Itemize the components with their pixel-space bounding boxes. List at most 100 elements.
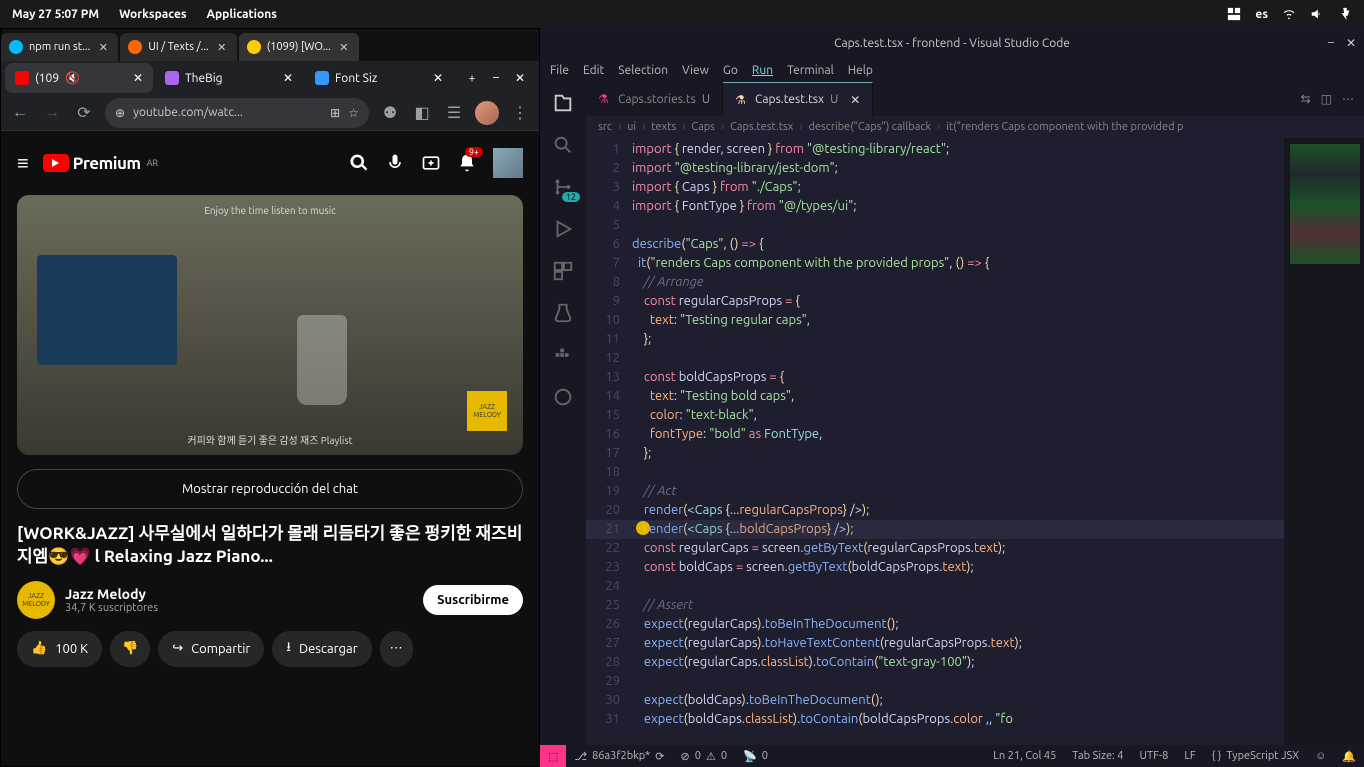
power-icon[interactable] — [1338, 7, 1352, 21]
explorer-icon[interactable] — [552, 92, 574, 114]
subscribe-button[interactable]: Suscribirme — [423, 585, 523, 615]
breadcrumb-segment[interactable]: Caps — [691, 121, 715, 133]
code-line[interactable]: // Arrange — [632, 273, 1284, 292]
close-icon[interactable]: ✕ — [133, 71, 143, 85]
code-line[interactable]: import { render, screen } from "@testing… — [632, 140, 1284, 159]
window-tab[interactable]: (1099) [WO...✕ — [239, 33, 359, 61]
code-line[interactable] — [632, 577, 1284, 596]
code-line[interactable]: it("renders Caps component with the prov… — [632, 254, 1284, 273]
code-line[interactable]: }; — [632, 444, 1284, 463]
breadcrumb-segment[interactable]: texts — [651, 121, 676, 133]
ports[interactable]: 📡 0 — [735, 745, 776, 767]
menu-help[interactable]: Help — [848, 64, 873, 77]
search-icon[interactable] — [552, 134, 574, 156]
site-info-icon[interactable]: ⊕ — [115, 106, 125, 120]
code-line[interactable]: // Assert — [632, 596, 1284, 615]
code-line[interactable]: import { Caps } from "./Caps"; — [632, 178, 1284, 197]
docker-icon[interactable] — [552, 344, 574, 366]
clock[interactable]: May 27 5:07 PM — [12, 8, 99, 21]
code-line[interactable]: text: "Testing bold caps", — [632, 387, 1284, 406]
mic-icon[interactable] — [385, 153, 405, 173]
chrome-menu-icon[interactable]: ⋮ — [509, 102, 531, 124]
cursor-position[interactable]: Ln 21, Col 45 — [985, 750, 1064, 762]
bell-icon[interactable]: 🔔 — [1334, 750, 1364, 763]
editor-tab[interactable]: ⚗Caps.stories.ts U — [586, 82, 723, 116]
feedback-icon[interactable]: ☺ — [1307, 750, 1334, 762]
share-button[interactable]: ↪ Compartir — [158, 631, 264, 667]
run-debug-icon[interactable] — [552, 218, 574, 240]
menu-run[interactable]: Run — [752, 64, 773, 77]
dislike-button[interactable]: 👎 — [110, 631, 150, 667]
breadcrumb-segment[interactable]: describe("Caps") callback — [808, 121, 931, 133]
close-icon[interactable]: ✕ — [337, 41, 351, 54]
search-icon[interactable] — [349, 153, 369, 173]
notifications-icon[interactable]: 9+ — [457, 153, 477, 173]
more-actions-button[interactable]: ⋯ — [380, 631, 413, 667]
code-line[interactable]: }; — [632, 330, 1284, 349]
line-gutter[interactable]: 1234567891011121314151617181920212223242… — [586, 138, 632, 745]
mute-icon[interactable]: 🔇 — [65, 71, 80, 85]
channel-avatar[interactable]: JAZZ MELODY — [17, 581, 55, 619]
window-tab[interactable]: npm run st...✕ — [1, 33, 118, 61]
code-line[interactable]: render(<Caps {...regularCapsProps} />); — [632, 501, 1284, 520]
editor-tab[interactable]: ⚗Caps.test.tsx U✕ — [723, 82, 873, 116]
code-line[interactable]: import "@testing-library/jest-dom"; — [632, 159, 1284, 178]
minimize-button[interactable]: – — [1328, 36, 1334, 50]
code-line[interactable]: import { FontType } from "@/types/ui"; — [632, 197, 1284, 216]
close-icon[interactable]: ✕ — [433, 71, 443, 85]
show-chat-replay-button[interactable]: Mostrar reproducción del chat — [17, 469, 523, 509]
browser-tab[interactable]: TheBig✕ — [155, 63, 303, 93]
code-line[interactable]: expect(regularCaps.classList).toContain(… — [632, 653, 1284, 672]
problems[interactable]: ⊘ 0 ⚠ 0 — [673, 745, 736, 767]
code-line[interactable]: // Act — [632, 482, 1284, 501]
forward-button[interactable]: → — [41, 102, 63, 124]
encoding[interactable]: UTF-8 — [1131, 750, 1176, 762]
tiling-icon[interactable] — [1227, 7, 1241, 21]
wifi-icon[interactable] — [1282, 7, 1296, 21]
code-line[interactable] — [632, 672, 1284, 691]
back-button[interactable]: ← — [9, 102, 31, 124]
code-line[interactable]: fontType: "bold" as FontType, — [632, 425, 1284, 444]
code-line[interactable]: expect(boldCaps).toBeInTheDocument(); — [632, 691, 1284, 710]
language-mode[interactable]: { } TypeScript JSX — [1204, 750, 1307, 762]
profile-avatar[interactable] — [475, 101, 499, 125]
menu-view[interactable]: View — [682, 64, 709, 77]
menu-edit[interactable]: Edit — [583, 64, 604, 77]
menu-file[interactable]: File — [550, 64, 569, 77]
remote-indicator[interactable]: ⬚ — [540, 745, 566, 767]
menu-terminal[interactable]: Terminal — [787, 64, 834, 77]
hamburger-icon[interactable]: ≡ — [17, 151, 29, 176]
close-icon[interactable]: ✕ — [850, 93, 860, 107]
tab-size[interactable]: Tab Size: 4 — [1064, 750, 1131, 762]
applications-menu[interactable]: Applications — [207, 8, 277, 21]
compare-icon[interactable]: ⇆ — [1301, 92, 1311, 106]
browser-tab[interactable]: Font Siz✕ — [305, 63, 453, 93]
keyboard-lang[interactable]: es — [1255, 8, 1268, 21]
menu-selection[interactable]: Selection — [618, 64, 668, 77]
minimize-button[interactable]: – — [487, 71, 505, 85]
vscode-title-bar[interactable]: Caps.test.tsx - frontend - Visual Studio… — [540, 28, 1364, 58]
code-lines[interactable]: import { render, screen } from "@testing… — [632, 138, 1284, 745]
git-branch[interactable]: ⎇ 86a3f2bkp* ⟳ — [566, 745, 672, 767]
code-line[interactable]: expect(boldCaps.classList).toContain(bol… — [632, 710, 1284, 729]
code-line[interactable]: expect(regularCaps).toHaveTextContent(re… — [632, 634, 1284, 653]
source-control-icon[interactable]: 12 — [552, 176, 574, 198]
reload-button[interactable]: ⟳ — [73, 102, 95, 124]
code-line[interactable] — [632, 216, 1284, 235]
code-editor[interactable]: 1234567891011121314151617181920212223242… — [586, 138, 1364, 745]
code-line[interactable]: const boldCaps = screen.getByText(boldCa… — [632, 558, 1284, 577]
close-window-button[interactable]: ✕ — [511, 71, 529, 85]
breadcrumb-segment[interactable]: Caps.test.tsx — [730, 121, 793, 133]
code-line[interactable]: text: "Testing regular caps", — [632, 311, 1284, 330]
channel-name[interactable]: Jazz Melody — [65, 586, 158, 602]
like-button[interactable]: 👍 100 K — [17, 631, 102, 667]
breadcrumb-segment[interactable]: it("renders Caps component with the prov… — [946, 121, 1183, 133]
translate-icon[interactable]: ⊞ — [330, 106, 340, 120]
side-panel-icon[interactable]: ◧ — [411, 102, 433, 124]
code-line[interactable]: describe("Caps", () => { — [632, 235, 1284, 254]
testing-icon[interactable] — [552, 302, 574, 324]
code-line[interactable]: color: "text-black", — [632, 406, 1284, 425]
lightbulb-icon[interactable] — [636, 521, 650, 535]
breadcrumb-segment[interactable]: ui — [627, 121, 636, 133]
download-button[interactable]: ⭳ Descargar — [272, 631, 371, 667]
